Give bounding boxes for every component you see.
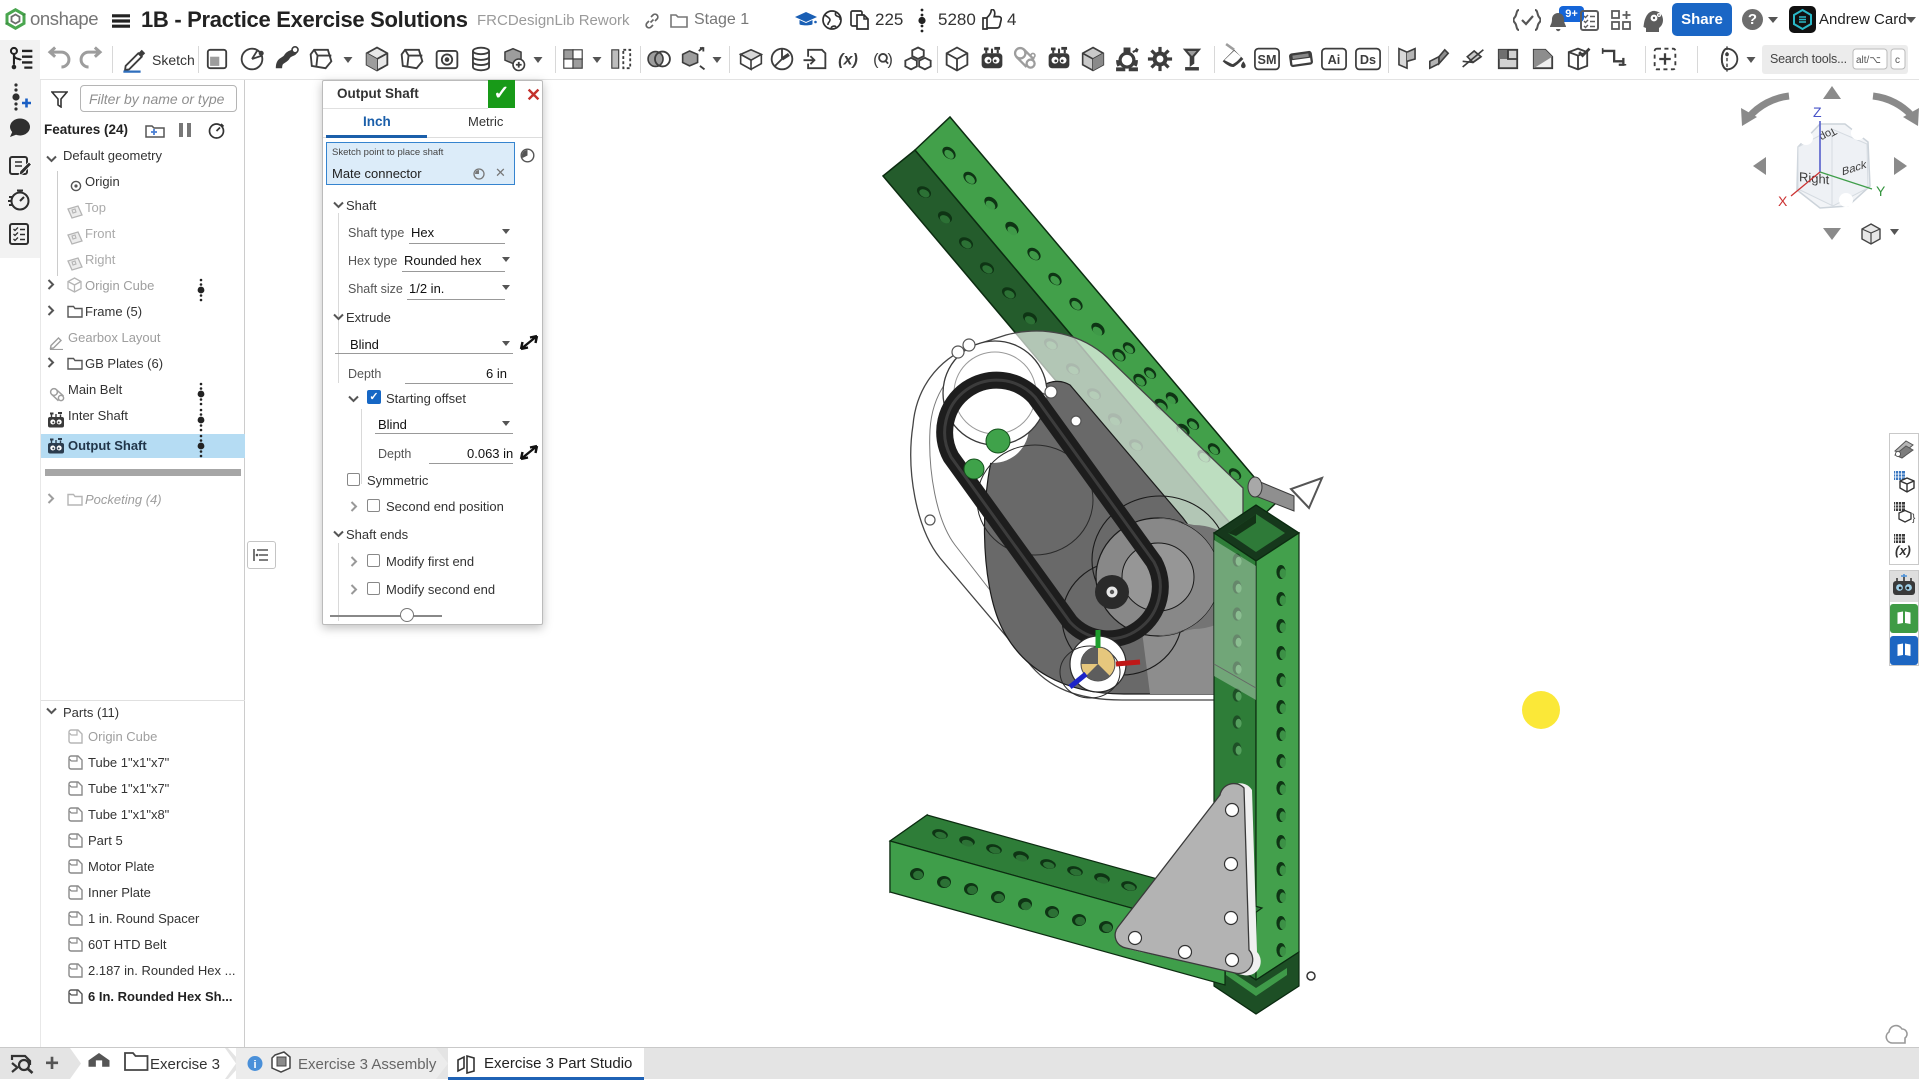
svg-text:(x): (x): [838, 51, 858, 69]
svg-text:(x): (x): [1895, 543, 1911, 558]
svg-text:}: }: [1912, 513, 1916, 524]
svg-text:Sketch: Sketch: [152, 52, 195, 68]
svg-text:Ai: Ai: [1328, 53, 1341, 67]
svg-text:Exercise 3 Assembly: Exercise 3 Assembly: [298, 1056, 437, 1073]
svg-text:X: X: [1778, 193, 1788, 209]
svg-text:Exercise 3: Exercise 3: [150, 1056, 220, 1073]
svg-text:alt/⌥: alt/⌥: [1856, 55, 1881, 66]
svg-text:SM: SM: [1258, 53, 1277, 67]
svg-text:i: i: [253, 1059, 256, 1071]
svg-text:Search tools...: Search tools...: [1770, 52, 1847, 66]
svg-text:Y: Y: [1876, 183, 1886, 199]
svg-text:c: c: [1895, 55, 1900, 66]
svg-text:Ds: Ds: [1360, 53, 1376, 67]
svg-text:Z: Z: [1813, 104, 1822, 120]
